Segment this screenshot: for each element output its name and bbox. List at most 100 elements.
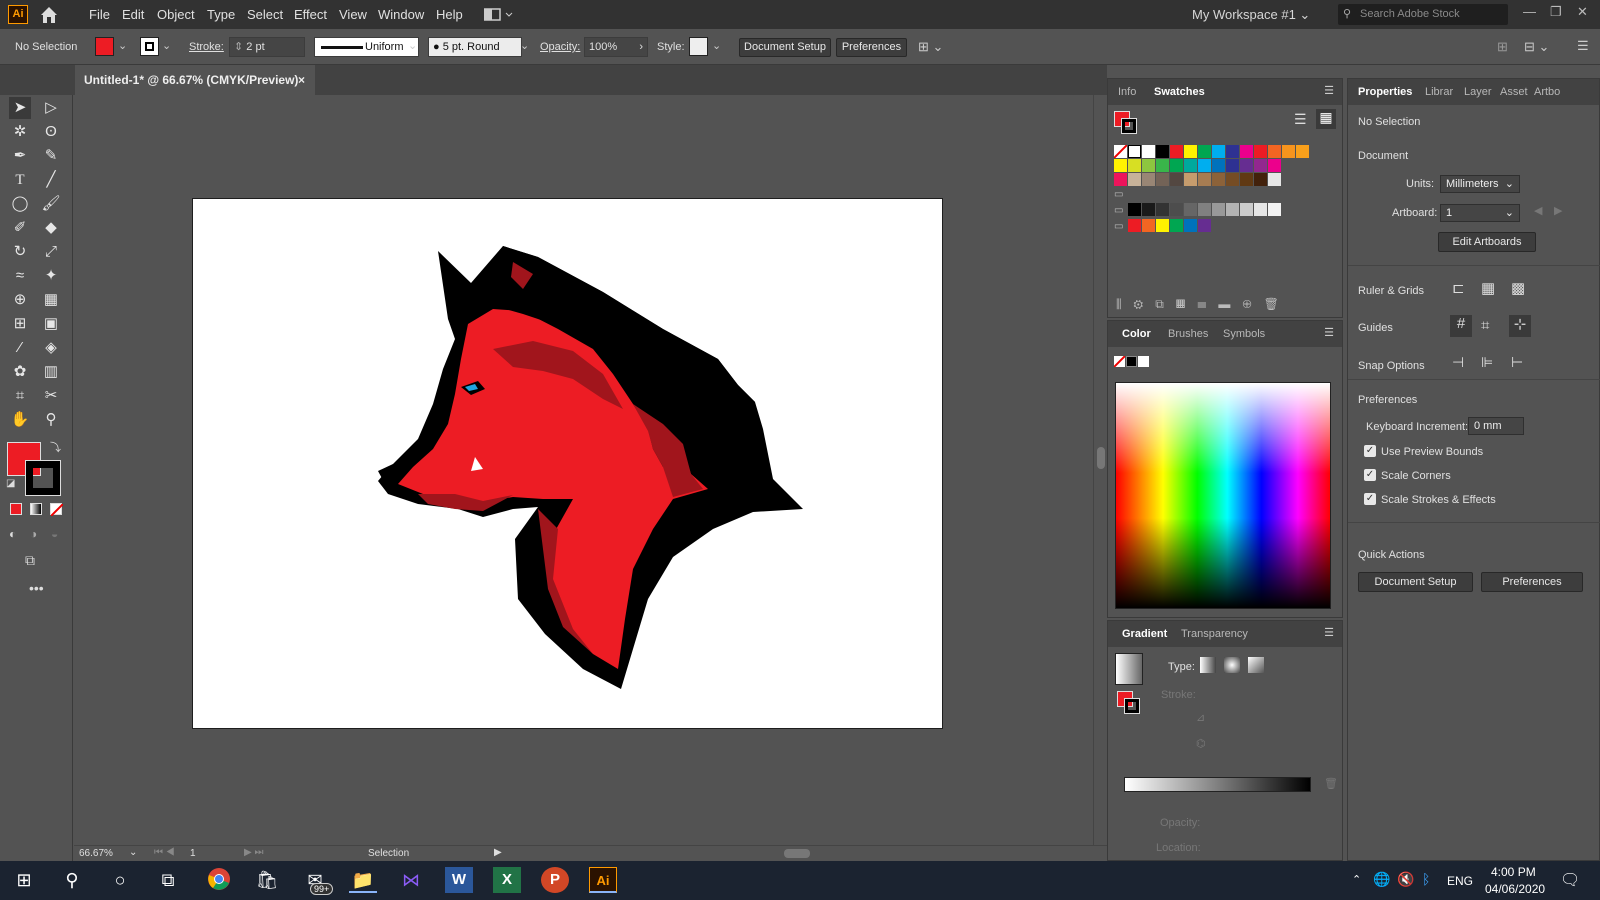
swatch[interactable] [1170,173,1183,186]
tab-swatches[interactable]: Swatches [1154,86,1205,98]
gradient-angle-field[interactable]: ⊿ [1196,711,1266,729]
width-tool-icon[interactable]: ≈ [9,265,31,287]
list-view-icon[interactable]: ☰ [1294,111,1307,128]
lasso-tool-icon[interactable]: ʘ [40,121,62,143]
screen-mode-icon[interactable]: ⧉ [25,552,35,569]
stroke-dropdown-icon[interactable]: ⌄ [162,39,171,52]
preferences-button[interactable]: Preferences [836,38,907,57]
zoom-dropdown-icon[interactable]: ⌄ [129,847,137,858]
draw-behind-icon[interactable]: ◑ [30,527,37,541]
panel-stroke-swatch[interactable] [1121,118,1137,134]
swatch[interactable] [1240,173,1253,186]
smart-guides-icon[interactable]: ⊹ [1509,315,1531,337]
hand-tool-icon[interactable]: ✋ [9,409,31,431]
menu-view[interactable]: View [339,7,367,22]
none-mode-icon[interactable] [50,503,64,517]
chrome-icon[interactable] [205,867,233,893]
opacity-label[interactable]: Opacity: [540,41,580,53]
swatch-group-folder-icon[interactable]: ▭ [1114,205,1123,216]
bluetooth-icon[interactable]: ᛒ [1422,871,1430,887]
artboard[interactable] [192,198,943,729]
swatch[interactable] [1156,219,1169,232]
draw-normal-icon[interactable]: ◐ [9,527,16,541]
stroke-label[interactable]: Stroke: [189,41,224,53]
clock-date[interactable]: 04/06/2020 [1485,882,1545,896]
swatch[interactable] [1226,159,1239,172]
swatch[interactable] [1170,159,1183,172]
snap-to-glyph-icon[interactable]: ⊢ [1511,354,1523,371]
swatch[interactable] [1254,145,1267,158]
swatch[interactable] [1198,145,1211,158]
edit-toolbar-icon[interactable]: ••• [29,580,44,596]
radial-gradient-icon[interactable] [1224,657,1240,673]
swatch[interactable] [1184,159,1197,172]
powerpoint-icon[interactable]: P [541,867,569,893]
swatch[interactable] [1212,145,1225,158]
workspace-switcher[interactable]: My Workspace #1 ⌄ [1192,7,1310,23]
artboard-tool-icon[interactable]: ⌗ [9,385,31,407]
swatch[interactable] [1240,203,1253,216]
zoom-level[interactable]: 66.67% [79,848,113,859]
menu-select[interactable]: Select [247,7,283,22]
restore-icon[interactable]: ❐ [1550,4,1562,20]
file-explorer-icon[interactable]: 📁 [349,867,377,893]
swatch[interactable] [1240,159,1253,172]
default-fill-stroke-icon[interactable]: ◪ [6,478,15,489]
swap-fill-stroke-icon[interactable]: ⤵ [50,439,61,455]
artboard-select[interactable]: 1 ⌄ [1440,204,1520,222]
tab-libraries[interactable]: Librar [1425,86,1453,98]
swatch[interactable] [1128,145,1141,158]
transform-icon[interactable]: ⊞ ⌄ [918,39,943,55]
eyedropper-tool-icon[interactable]: ⁄ [9,337,31,359]
swatch-group-folder-icon[interactable]: ▭ [1114,189,1123,200]
graphic-style-swatch[interactable] [689,37,708,56]
menu-help[interactable]: Help [436,7,463,22]
quick-document-setup-button[interactable]: Document Setup [1358,572,1473,592]
artboard-next-icon[interactable]: ▶ ⏭ [244,847,263,858]
variable-width-profile[interactable]: Uniform [314,37,419,57]
transparency-grid-icon[interactable]: ▩ [1511,279,1525,297]
vertical-scrollbar[interactable] [1093,95,1107,845]
tab-artboards[interactable]: Artbo [1534,86,1560,98]
profile-dropdown-icon[interactable]: ⌄ [408,39,417,52]
menu-edit[interactable]: Edit [122,7,144,22]
eraser-tool-icon[interactable]: ◆ [40,217,62,239]
stroke-color-box[interactable] [25,460,61,496]
tab-assets[interactable]: Asset [1500,86,1528,98]
panel-menu-icon[interactable]: ☰ [1324,84,1334,97]
zoom-tool-icon[interactable]: ⚲ [40,409,62,431]
panel-menu-icon[interactable]: ☰ [1324,626,1334,639]
panel-menu-icon[interactable]: ☰ [1577,38,1589,54]
tab-info[interactable]: Info [1118,86,1136,98]
shaper-tool-icon[interactable]: ✐ [9,217,31,239]
selection-tool-icon[interactable]: ➤ [9,97,31,119]
taskbar-search-icon[interactable]: ⚲ [58,867,86,893]
use-preview-bounds-checkbox[interactable]: ✓ [1364,445,1376,457]
opacity-input[interactable]: 100% › [584,37,648,57]
blend-tool-icon[interactable]: ◈ [40,337,62,359]
curvature-tool-icon[interactable]: ✎ [40,145,62,167]
scale-corners-checkbox[interactable]: ✓ [1364,469,1376,481]
swatch[interactable] [1170,219,1183,232]
clock-time[interactable]: 4:00 PM [1491,865,1536,879]
ruler-icon[interactable]: ⊏ [1452,279,1465,297]
swatch[interactable] [1156,159,1169,172]
menu-file[interactable]: File [89,7,110,22]
swatch[interactable] [1226,145,1239,158]
swatch[interactable] [1184,203,1197,216]
close-icon[interactable]: ✕ [1577,4,1588,20]
fill-dropdown-icon[interactable]: ⌄ [118,39,127,52]
store-icon[interactable]: 🛍 [253,867,281,893]
black-color-icon[interactable] [1126,356,1137,367]
close-document-icon[interactable]: × [298,65,305,95]
stroke-swatch[interactable] [140,37,159,56]
snap-to-pixel-icon[interactable]: ⊫ [1481,354,1493,371]
column-graph-tool-icon[interactable]: ▥ [40,361,62,383]
swatch-panel-footer-icons[interactable]: ⫼⚙⧉▦☰▬⊕🗑 [1116,297,1291,312]
direct-selection-tool-icon[interactable]: ▷ [40,97,62,119]
quick-preferences-button[interactable]: Preferences [1481,572,1583,592]
swatch[interactable] [1212,173,1225,186]
horizontal-scroll-thumb[interactable] [784,849,810,858]
home-icon[interactable] [39,5,59,24]
line-tool-icon[interactable]: ╱ [40,169,62,191]
